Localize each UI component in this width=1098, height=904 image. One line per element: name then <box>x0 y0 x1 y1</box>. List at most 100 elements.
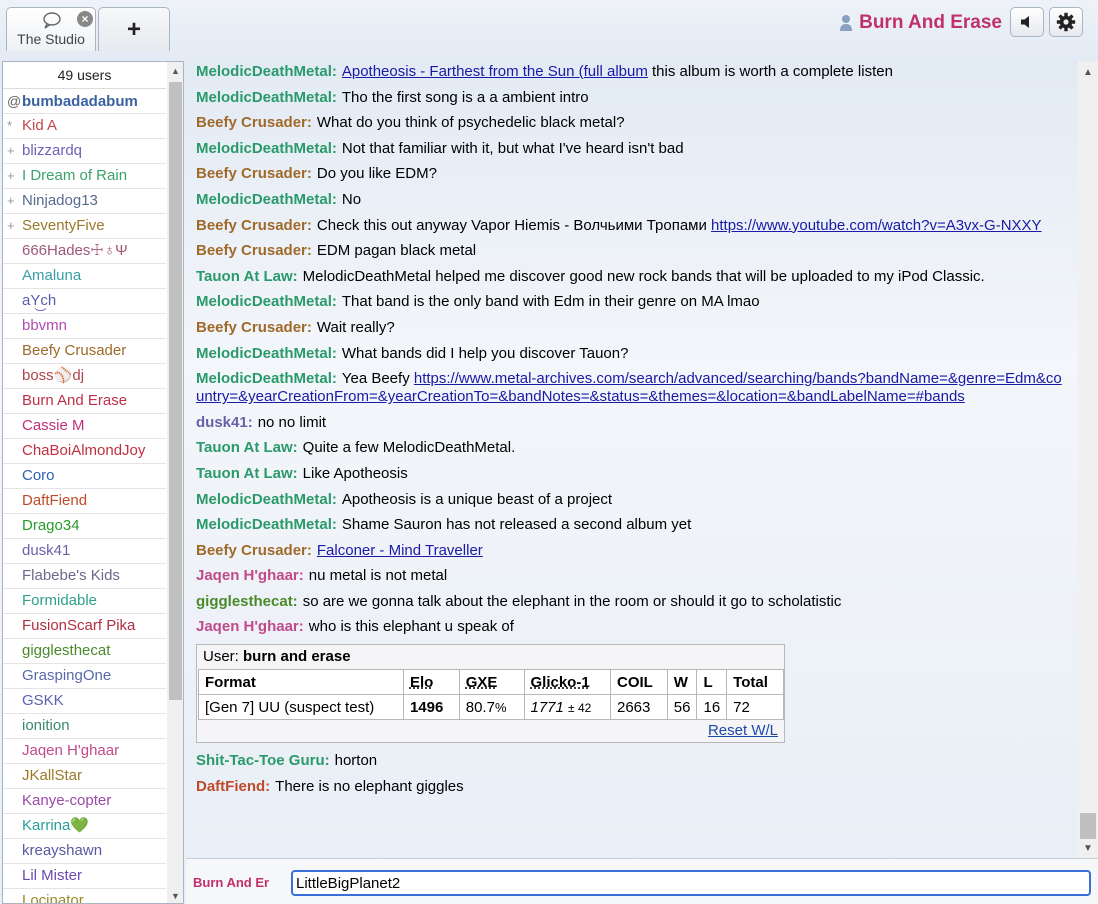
user-name: Amaluna <box>22 267 82 284</box>
user-name: GraspingOne <box>22 667 112 684</box>
chat-scrollbar[interactable]: ▲ ▼ <box>1078 61 1098 858</box>
userlist-item[interactable]: Burn And Erase <box>3 389 166 414</box>
userlist-item[interactable]: JKallStar <box>3 764 166 789</box>
message-author[interactable]: MelodicDeathMetal: <box>196 293 337 310</box>
message-author[interactable]: MelodicDeathMetal: <box>196 491 337 508</box>
userlist-item[interactable]: Formidable <box>3 589 166 614</box>
message-text: nu metal is not metal <box>308 567 448 585</box>
userlist-item[interactable]: Cassie M <box>3 414 166 439</box>
chat-bubble-icon <box>43 12 61 29</box>
message-author[interactable]: MelodicDeathMetal: <box>196 63 337 80</box>
scroll-down-arrow-icon[interactable]: ▼ <box>1083 843 1093 854</box>
userlist-item[interactable]: Flabebe's Kids <box>3 564 166 589</box>
message-text: who is this elephant u speak of <box>308 618 514 636</box>
userlist-item[interactable]: GSKK <box>3 689 166 714</box>
message-link[interactable]: https://www.youtube.com/watch?v=A3vx-G-N… <box>711 217 1042 234</box>
userlist-scrollbar[interactable]: ▲ ▼ <box>167 62 183 903</box>
userlist-item[interactable]: kreayshawn <box>3 839 166 864</box>
message-author[interactable]: Beefy Crusader: <box>196 242 312 259</box>
rank-gxe: 80.7% <box>458 694 525 721</box>
userlist-item[interactable]: 666Hades☩♁Ψ <box>3 239 166 264</box>
new-room-tab[interactable]: + <box>98 7 170 51</box>
userlist-item[interactable]: gigglesthecat <box>3 639 166 664</box>
userlist-item[interactable]: Drago34 <box>3 514 166 539</box>
userlist-item[interactable]: * Kid A <box>3 114 166 139</box>
header-username[interactable]: Burn And Erase <box>859 12 1002 34</box>
message-author[interactable]: MelodicDeathMetal: <box>196 140 337 157</box>
reset-wl-link[interactable]: Reset W/L <box>708 722 778 739</box>
userlist-item[interactable]: Jaqen H'ghaar <box>3 739 166 764</box>
userlist-item[interactable]: + blizzardq <box>3 139 166 164</box>
message-author[interactable]: MelodicDeathMetal: <box>196 516 337 533</box>
userlist-item[interactable]: ChaBoiAlmondJoy <box>3 439 166 464</box>
userlist-item[interactable]: + I Dream of Rain <box>3 164 166 189</box>
message-author[interactable]: MelodicDeathMetal: <box>196 191 337 208</box>
message-link[interactable]: Falconer - Mind Traveller <box>317 542 483 559</box>
rank-wins: 56 <box>666 694 698 721</box>
chat-message: Beefy Crusader: Wait really? <box>196 319 1070 337</box>
message-text: Tho the first song is a a ambient intro <box>341 88 589 106</box>
user-name: bumbadadabum <box>22 93 138 110</box>
userlist-item[interactable]: Karrina💚 <box>3 814 166 839</box>
settings-button[interactable] <box>1049 7 1083 37</box>
userlist-item[interactable]: + SeventyFive <box>3 214 166 239</box>
message-author[interactable]: Tauon At Law: <box>196 268 298 285</box>
userlist-item[interactable]: Lil Mister <box>3 864 166 889</box>
user-rank-symbol: + <box>7 193 15 208</box>
scroll-up-arrow-icon[interactable]: ▲ <box>1083 67 1093 78</box>
message-author[interactable]: Tauon At Law: <box>196 439 298 456</box>
userlist-item[interactable]: Amaluna <box>3 264 166 289</box>
userlist-item[interactable]: DaftFiend <box>3 489 166 514</box>
scroll-up-arrow-icon[interactable]: ▲ <box>171 66 180 76</box>
rank-user: User: burn and erase <box>197 645 784 669</box>
userlist-item[interactable]: + Ninjadog13 <box>3 189 166 214</box>
message-author[interactable]: Beefy Crusader: <box>196 165 312 182</box>
userlist-item[interactable]: aY͜ch <box>3 289 166 314</box>
close-icon[interactable]: × <box>77 11 93 27</box>
chat-input[interactable] <box>291 870 1091 896</box>
message-author[interactable]: gigglesthecat: <box>196 593 298 610</box>
userlist-item[interactable]: ionition <box>3 714 166 739</box>
message-author[interactable]: MelodicDeathMetal: <box>196 370 337 387</box>
message-author[interactable]: DaftFiend: <box>196 778 270 795</box>
rank-elo: 1496 <box>402 694 460 721</box>
message-author[interactable]: Beefy Crusader: <box>196 114 312 131</box>
user-rank-symbol: + <box>7 218 15 233</box>
user-name: 666Hades☩♁Ψ <box>22 242 128 259</box>
message-author[interactable]: Jaqen H'ghaar: <box>196 567 304 584</box>
header-user[interactable]: Burn And Erase <box>839 11 1002 35</box>
message-author[interactable]: Beefy Crusader: <box>196 319 312 336</box>
user-name: dusk41 <box>22 542 71 559</box>
message-text: no no limit <box>257 413 327 431</box>
message-author[interactable]: dusk41: <box>196 414 253 431</box>
input-username[interactable]: Burn And Er <box>193 875 285 890</box>
message-author[interactable]: MelodicDeathMetal: <box>196 89 337 106</box>
tab-the-studio[interactable]: × The Studio <box>6 7 96 51</box>
message-author[interactable]: Shit-Tac-Toe Guru: <box>196 752 330 769</box>
userlist-item[interactable]: bbvmn <box>3 314 166 339</box>
userlist-item[interactable]: FusionScarf Pika <box>3 614 166 639</box>
userlist-item[interactable]: Kanye-copter <box>3 789 166 814</box>
user-name: JKallStar <box>22 767 83 784</box>
userlist-item[interactable]: Beefy Crusader <box>3 339 166 364</box>
user-name: kreayshawn <box>22 842 103 859</box>
message-author[interactable]: Beefy Crusader: <box>196 542 312 559</box>
userlist-item[interactable]: @bumbadadabum <box>3 89 166 114</box>
message-author[interactable]: Tauon At Law: <box>196 465 298 482</box>
userlist-item[interactable]: GraspingOne <box>3 664 166 689</box>
chat-scroll-thumb[interactable] <box>1080 813 1096 839</box>
user-name: Jaqen H'ghaar <box>22 742 120 759</box>
userlist-item[interactable]: boss⚾dj <box>3 364 166 389</box>
scroll-down-arrow-icon[interactable]: ▼ <box>171 891 180 901</box>
rank-header-total: Total <box>726 669 784 696</box>
message-author[interactable]: MelodicDeathMetal: <box>196 345 337 362</box>
user-name: Formidable <box>22 592 98 609</box>
userlist-item[interactable]: Locinator <box>3 889 166 903</box>
userlist-item[interactable]: dusk41 <box>3 539 166 564</box>
sound-button[interactable] <box>1010 7 1044 37</box>
userlist-item[interactable]: Coro <box>3 464 166 489</box>
userlist-scroll-thumb[interactable] <box>169 82 182 700</box>
message-author[interactable]: Jaqen H'ghaar: <box>196 618 304 635</box>
message-link[interactable]: Apotheosis - Farthest from the Sun (full… <box>342 63 648 80</box>
message-author[interactable]: Beefy Crusader: <box>196 217 312 234</box>
